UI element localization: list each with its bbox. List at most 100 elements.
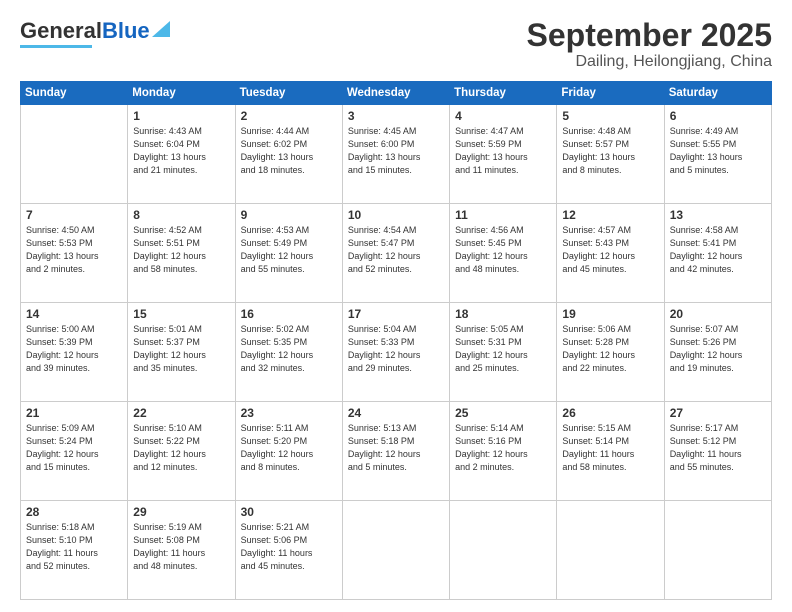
table-row xyxy=(557,501,664,600)
table-row: 10Sunrise: 4:54 AMSunset: 5:47 PMDayligh… xyxy=(342,204,449,303)
header: General Blue September 2025 Dailing, Hei… xyxy=(20,18,772,71)
logo-blue: Blue xyxy=(102,18,150,44)
table-row: 2 Sunrise: 4:44 AMSunset: 6:02 PMDaylight… xyxy=(235,105,342,204)
table-row: 12 Sunrise: 4:57 AMSunset: 5:43 PMDayligh… xyxy=(557,204,664,303)
day-number: 17 xyxy=(348,307,444,321)
logo-underline xyxy=(20,45,92,48)
logo-icon xyxy=(152,19,172,39)
day-info: Sunrise: 4:53 AMSunset: 5:49 PMDaylight:… xyxy=(241,224,337,276)
day-info: Sunrise: 5:15 AMSunset: 5:14 PMDaylight:… xyxy=(562,422,658,474)
table-row: 8 Sunrise: 4:52 AMSunset: 5:51 PMDaylight… xyxy=(128,204,235,303)
table-row: 15Sunrise: 5:01 AMSunset: 5:37 PMDayligh… xyxy=(128,303,235,402)
day-number: 10 xyxy=(348,208,444,222)
day-info: Sunrise: 5:04 AMSunset: 5:33 PMDaylight:… xyxy=(348,323,444,375)
table-row: 11 Sunrise: 4:56 AMSunset: 5:45 PMDayligh… xyxy=(450,204,557,303)
day-info: Sunrise: 5:00 AMSunset: 5:39 PMDaylight:… xyxy=(26,323,122,375)
day-number: 3 xyxy=(348,109,444,123)
col-thursday: Thursday xyxy=(450,82,557,105)
day-number: 14 xyxy=(26,307,122,321)
day-info: Sunrise: 4:57 AMSunset: 5:43 PMDaylight:… xyxy=(562,224,658,276)
calendar-header-row: Sunday Monday Tuesday Wednesday Thursday… xyxy=(21,82,772,105)
table-row: 19 Sunrise: 5:06 AMSunset: 5:28 PMDayligh… xyxy=(557,303,664,402)
day-info: Sunrise: 5:18 AMSunset: 5:10 PMDaylight:… xyxy=(26,521,122,573)
day-info: Sunrise: 5:14 AMSunset: 5:16 PMDaylight:… xyxy=(455,422,551,474)
title-section: September 2025 Dailing, Heilongjiang, Ch… xyxy=(527,18,772,71)
table-row: 25Sunrise: 5:14 AMSunset: 5:16 PMDayligh… xyxy=(450,402,557,501)
day-number: 30 xyxy=(241,505,337,519)
day-info: Sunrise: 5:06 AMSunset: 5:28 PMDaylight:… xyxy=(562,323,658,375)
col-sunday: Sunday xyxy=(21,82,128,105)
day-info: Sunrise: 5:10 AMSunset: 5:22 PMDaylight:… xyxy=(133,422,229,474)
day-number: 29 xyxy=(133,505,229,519)
day-info: Sunrise: 5:13 AMSunset: 5:18 PMDaylight:… xyxy=(348,422,444,474)
day-number: 16 xyxy=(241,307,337,321)
day-info: Sunrise: 5:21 AMSunset: 5:06 PMDaylight:… xyxy=(241,521,337,573)
day-info: Sunrise: 5:19 AMSunset: 5:08 PMDaylight:… xyxy=(133,521,229,573)
table-row: 7 Sunrise: 4:50 AMSunset: 5:53 PMDaylight… xyxy=(21,204,128,303)
day-info: Sunrise: 5:17 AMSunset: 5:12 PMDaylight:… xyxy=(670,422,766,474)
day-info: Sunrise: 4:47 AMSunset: 5:59 PMDaylight:… xyxy=(455,125,551,177)
calendar-subtitle: Dailing, Heilongjiang, China xyxy=(527,53,772,71)
day-number: 21 xyxy=(26,406,122,420)
table-row: 5 Sunrise: 4:48 AMSunset: 5:57 PMDaylight… xyxy=(557,105,664,204)
table-row: 14 Sunrise: 5:00 AMSunset: 5:39 PMDayligh… xyxy=(21,303,128,402)
day-number: 26 xyxy=(562,406,658,420)
day-number: 8 xyxy=(133,208,229,222)
table-row: 1Sunrise: 4:43 AMSunset: 6:04 PMDaylight… xyxy=(128,105,235,204)
calendar-table: Sunday Monday Tuesday Wednesday Thursday… xyxy=(20,81,772,600)
day-number: 27 xyxy=(670,406,766,420)
table-row: 28 Sunrise: 5:18 AMSunset: 5:10 PMDayligh… xyxy=(21,501,128,600)
day-number: 18 xyxy=(455,307,551,321)
table-row: 20Sunrise: 5:07 AMSunset: 5:26 PMDayligh… xyxy=(664,303,771,402)
logo-general: General xyxy=(20,18,102,44)
day-info: Sunrise: 4:50 AMSunset: 5:53 PMDaylight:… xyxy=(26,224,122,276)
day-info: Sunrise: 4:58 AMSunset: 5:41 PMDaylight:… xyxy=(670,224,766,276)
table-row: 18 Sunrise: 5:05 AMSunset: 5:31 PMDayligh… xyxy=(450,303,557,402)
col-tuesday: Tuesday xyxy=(235,82,342,105)
calendar-title: September 2025 xyxy=(527,18,772,53)
day-number: 12 xyxy=(562,208,658,222)
day-number: 13 xyxy=(670,208,766,222)
day-info: Sunrise: 5:02 AMSunset: 5:35 PMDaylight:… xyxy=(241,323,337,375)
col-friday: Friday xyxy=(557,82,664,105)
table-row: 23 Sunrise: 5:11 AMSunset: 5:20 PMDayligh… xyxy=(235,402,342,501)
day-info: Sunrise: 5:11 AMSunset: 5:20 PMDaylight:… xyxy=(241,422,337,474)
day-number: 7 xyxy=(26,208,122,222)
table-row: 27 Sunrise: 5:17 AMSunset: 5:12 PMDayligh… xyxy=(664,402,771,501)
day-number: 28 xyxy=(26,505,122,519)
day-number: 11 xyxy=(455,208,551,222)
day-info: Sunrise: 5:07 AMSunset: 5:26 PMDaylight:… xyxy=(670,323,766,375)
table-row: 4 Sunrise: 4:47 AMSunset: 5:59 PMDaylight… xyxy=(450,105,557,204)
logo: General Blue xyxy=(20,18,172,48)
table-row: 26 Sunrise: 5:15 AMSunset: 5:14 PMDayligh… xyxy=(557,402,664,501)
table-row: 30 Sunrise: 5:21 AMSunset: 5:06 PMDayligh… xyxy=(235,501,342,600)
table-row: 29 Sunrise: 5:19 AMSunset: 5:08 PMDayligh… xyxy=(128,501,235,600)
day-info: Sunrise: 5:09 AMSunset: 5:24 PMDaylight:… xyxy=(26,422,122,474)
day-number: 5 xyxy=(562,109,658,123)
day-info: Sunrise: 4:48 AMSunset: 5:57 PMDaylight:… xyxy=(562,125,658,177)
page: General Blue September 2025 Dailing, Hei… xyxy=(0,0,792,612)
day-info: Sunrise: 4:44 AMSunset: 6:02 PMDaylight:… xyxy=(241,125,337,177)
day-number: 15 xyxy=(133,307,229,321)
day-number: 23 xyxy=(241,406,337,420)
table-row xyxy=(450,501,557,600)
day-number: 24 xyxy=(348,406,444,420)
col-monday: Monday xyxy=(128,82,235,105)
day-info: Sunrise: 4:45 AMSunset: 6:00 PMDaylight:… xyxy=(348,125,444,177)
day-number: 4 xyxy=(455,109,551,123)
day-info: Sunrise: 4:56 AMSunset: 5:45 PMDaylight:… xyxy=(455,224,551,276)
day-info: Sunrise: 5:05 AMSunset: 5:31 PMDaylight:… xyxy=(455,323,551,375)
table-row: 22Sunrise: 5:10 AMSunset: 5:22 PMDayligh… xyxy=(128,402,235,501)
day-number: 2 xyxy=(241,109,337,123)
col-wednesday: Wednesday xyxy=(342,82,449,105)
day-number: 9 xyxy=(241,208,337,222)
day-number: 1 xyxy=(133,109,229,123)
col-saturday: Saturday xyxy=(664,82,771,105)
table-row: 24 Sunrise: 5:13 AMSunset: 5:18 PMDayligh… xyxy=(342,402,449,501)
table-row: 9 Sunrise: 4:53 AMSunset: 5:49 PMDaylight… xyxy=(235,204,342,303)
table-row xyxy=(664,501,771,600)
table-row xyxy=(342,501,449,600)
day-number: 19 xyxy=(562,307,658,321)
table-row: 3 Sunrise: 4:45 AMSunset: 6:00 PMDaylight… xyxy=(342,105,449,204)
day-info: Sunrise: 4:52 AMSunset: 5:51 PMDaylight:… xyxy=(133,224,229,276)
